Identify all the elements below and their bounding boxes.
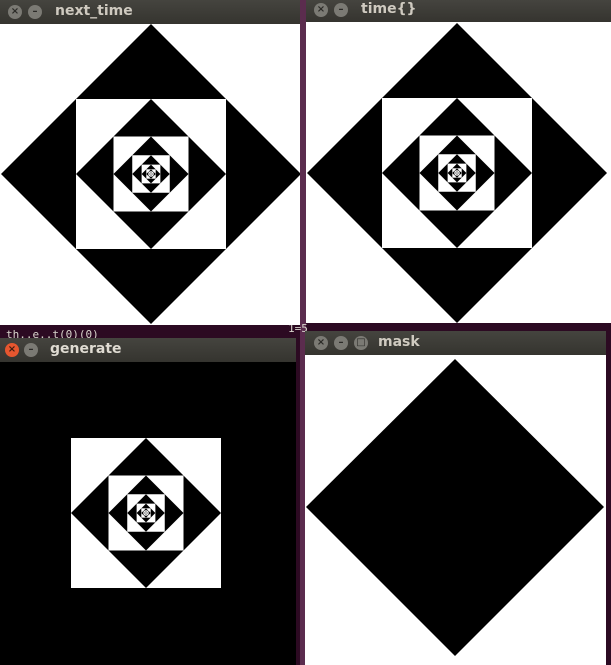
close-icon[interactable]: ×: [5, 343, 19, 357]
nested-diamond-pattern: [306, 22, 611, 323]
close-icon[interactable]: ×: [314, 3, 328, 17]
close-icon[interactable]: ×: [314, 336, 328, 350]
close-icon[interactable]: ×: [8, 5, 22, 19]
titlebar-mask[interactable]: × – □ mask: [305, 331, 606, 355]
window-generate: × – generate: [0, 338, 296, 665]
nested-diamond-pattern: [0, 24, 300, 325]
image-canvas-time: [306, 22, 611, 323]
window-title: generate: [50, 341, 122, 357]
window-mask: × – □ mask: [305, 331, 606, 665]
maximize-icon[interactable]: □: [354, 336, 368, 350]
window-title: mask: [378, 334, 420, 350]
window-title: next_time: [55, 3, 133, 19]
minimize-icon[interactable]: –: [334, 3, 348, 17]
window-next-time: × – next_time: [0, 0, 300, 325]
nested-diamond-pattern: [0, 362, 296, 665]
mask-diamond: [305, 355, 606, 665]
minimize-icon[interactable]: –: [334, 336, 348, 350]
image-canvas-next-time: [0, 24, 300, 325]
titlebar-next-time[interactable]: × – next_time: [0, 0, 300, 24]
image-canvas-mask: [305, 355, 606, 665]
image-canvas-generate: [0, 362, 296, 665]
minimize-icon[interactable]: –: [24, 343, 38, 357]
titlebar-generate[interactable]: × – generate: [0, 338, 296, 362]
minimize-icon[interactable]: –: [28, 5, 42, 19]
titlebar-time[interactable]: × – time{}: [306, 0, 611, 22]
window-title: time{}: [361, 1, 417, 17]
window-time: × – time{}: [306, 0, 611, 323]
